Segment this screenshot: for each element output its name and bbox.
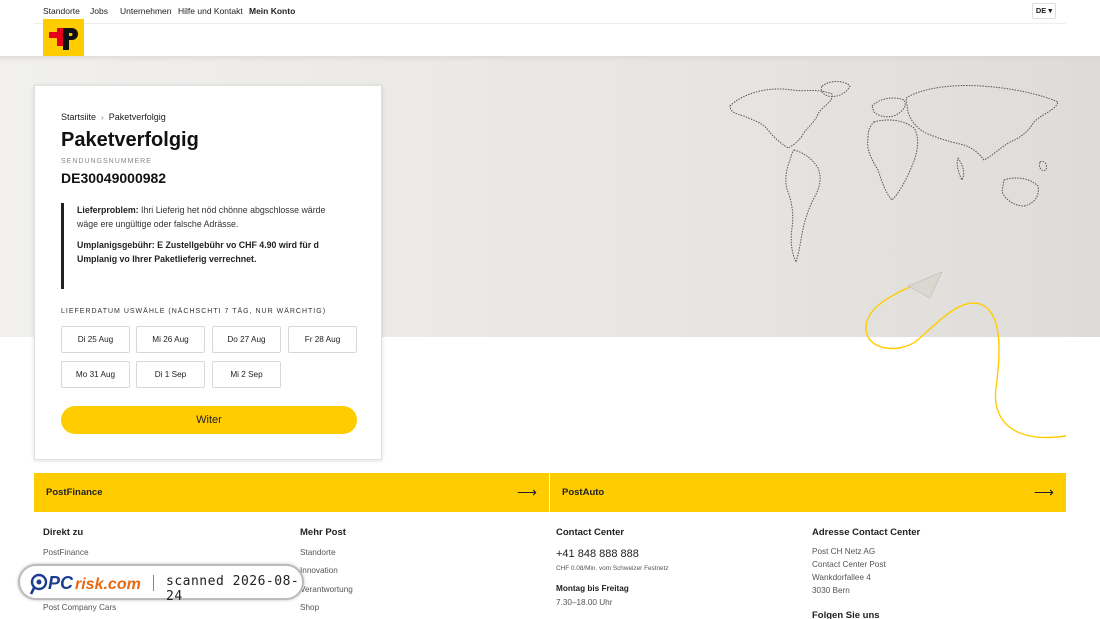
footer-heading: Contact Center	[556, 527, 625, 538]
fee-message: Umplanigsgebühr: E Zustellgebühr vo CHF …	[77, 238, 343, 266]
delivery-problem-alert: Lieferproblem: Ihri Lieferig het nöd chö…	[61, 203, 343, 289]
address-line: 3030 Bern	[812, 586, 850, 595]
svg-text:PC: PC	[48, 573, 74, 593]
nav-link-mein-konto[interactable]: Mein Konto	[249, 6, 295, 16]
problem-message: Lieferproblem: Ihri Lieferig het nöd chö…	[77, 203, 343, 231]
footer-heading: Adresse Contact Center	[812, 527, 921, 538]
world-map-illustration	[729, 81, 1059, 263]
footer-link[interactable]: PostFinance	[43, 548, 89, 557]
address-line: Wankdorfallee 4	[812, 573, 871, 582]
date-option-button[interactable]: Fr 28 Aug	[288, 326, 357, 353]
footer-heading: Mehr Post	[300, 527, 346, 538]
footer-link[interactable]: Innovation	[300, 566, 338, 575]
pcrisk-watermark: PC risk.com scanned 2026-08-24	[18, 564, 304, 604]
breadcrumb-home[interactable]: Startsiite	[61, 112, 96, 122]
footer-link[interactable]: Verantwortung	[300, 585, 353, 594]
breadcrumb-separator: ›	[101, 113, 104, 122]
top-navigation: Standorte Jobs Unternehmen Hilfe und Kon…	[0, 0, 1100, 24]
nav-divider	[34, 23, 1066, 24]
date-option-button[interactable]: Mi 2 Sep	[212, 361, 281, 388]
page-title: Paketverfolgig	[61, 129, 199, 151]
post-logo-icon	[43, 19, 84, 60]
contact-rate: CHF 0.08/Min. vom Schweizer Festnetz	[556, 565, 669, 572]
svg-text:risk.com: risk.com	[75, 576, 141, 593]
nav-link-unternehmen[interactable]: Unternehmen	[120, 6, 172, 16]
tracking-number-label: SENDUNGSNUMMERE	[61, 158, 152, 165]
date-option-button[interactable]: Di 1 Sep	[136, 361, 205, 388]
contact-phone[interactable]: +41 848 888 888	[556, 548, 639, 560]
date-option-button[interactable]: Mo 31 Aug	[61, 361, 130, 388]
breadcrumb-current: Paketverfolgig	[108, 112, 166, 122]
date-option-button[interactable]: Di 25 Aug	[61, 326, 130, 353]
breadcrumb: Startsiite › Paketverfolgig	[61, 112, 166, 122]
nav-link-standorte[interactable]: Standorte	[43, 6, 80, 16]
footer-link[interactable]: Post Company Cars	[43, 603, 116, 612]
date-option-button[interactable]: Do 27 Aug	[212, 326, 281, 353]
address-line: Contact Center Post	[812, 560, 886, 569]
postauto-banner[interactable]: PostAuto ⟶	[550, 473, 1066, 512]
address-line: Post CH Netz AG	[812, 547, 876, 556]
date-option-button[interactable]: Mi 26 Aug	[136, 326, 205, 353]
delivery-date-label: LIEFERDATUM USWÄHLE (NÄCHSCHTI 7 TÄG, NU…	[61, 308, 327, 315]
contact-hours: 7.30–18.00 Uhr	[556, 598, 613, 607]
footer-direkt-zu: Direkt zu	[43, 527, 83, 538]
tracking-card: Startsiite › Paketverfolgig Paketverfolgig…	[34, 85, 382, 460]
contact-hours-label: Montag bis Freitag	[556, 584, 629, 593]
arrow-right-icon: ⟶	[1033, 484, 1054, 500]
nav-link-hilfe[interactable]: Hilfe und Kontakt	[178, 6, 243, 16]
watermark-text: scanned 2026-08-24	[166, 574, 300, 604]
footer-link[interactable]: Standorte	[300, 548, 336, 557]
paper-plane-illustration	[865, 271, 1067, 439]
postfinance-label: PostFinance	[46, 487, 103, 498]
fee-text: Umplanigsgebühr: E Zustellgebühr vo CHF …	[77, 240, 319, 264]
problem-label: Lieferproblem:	[77, 205, 139, 215]
footer-mehr-post: Mehr Post	[300, 527, 346, 538]
nav-link-jobs[interactable]: Jobs	[90, 6, 108, 16]
postauto-label: PostAuto	[562, 487, 605, 498]
pcrisk-logo: PC risk.com	[30, 573, 141, 595]
footer-contact-center: Contact Center	[556, 527, 624, 538]
arrow-right-icon: ⟶	[516, 484, 537, 500]
footer-heading: Direkt zu	[43, 527, 84, 538]
postfinance-banner[interactable]: PostFinance ⟶	[34, 473, 549, 512]
follow-us-heading: Folgen Sie uns	[812, 610, 880, 619]
tracking-number: DE30049000982	[61, 170, 167, 186]
continue-button[interactable]: Witer	[61, 406, 357, 434]
footer-address: Adresse Contact Center	[812, 527, 920, 538]
language-selector[interactable]: DE ▾	[1032, 3, 1056, 19]
footer-link[interactable]: Shop	[300, 603, 319, 612]
post-logo[interactable]	[43, 19, 84, 60]
